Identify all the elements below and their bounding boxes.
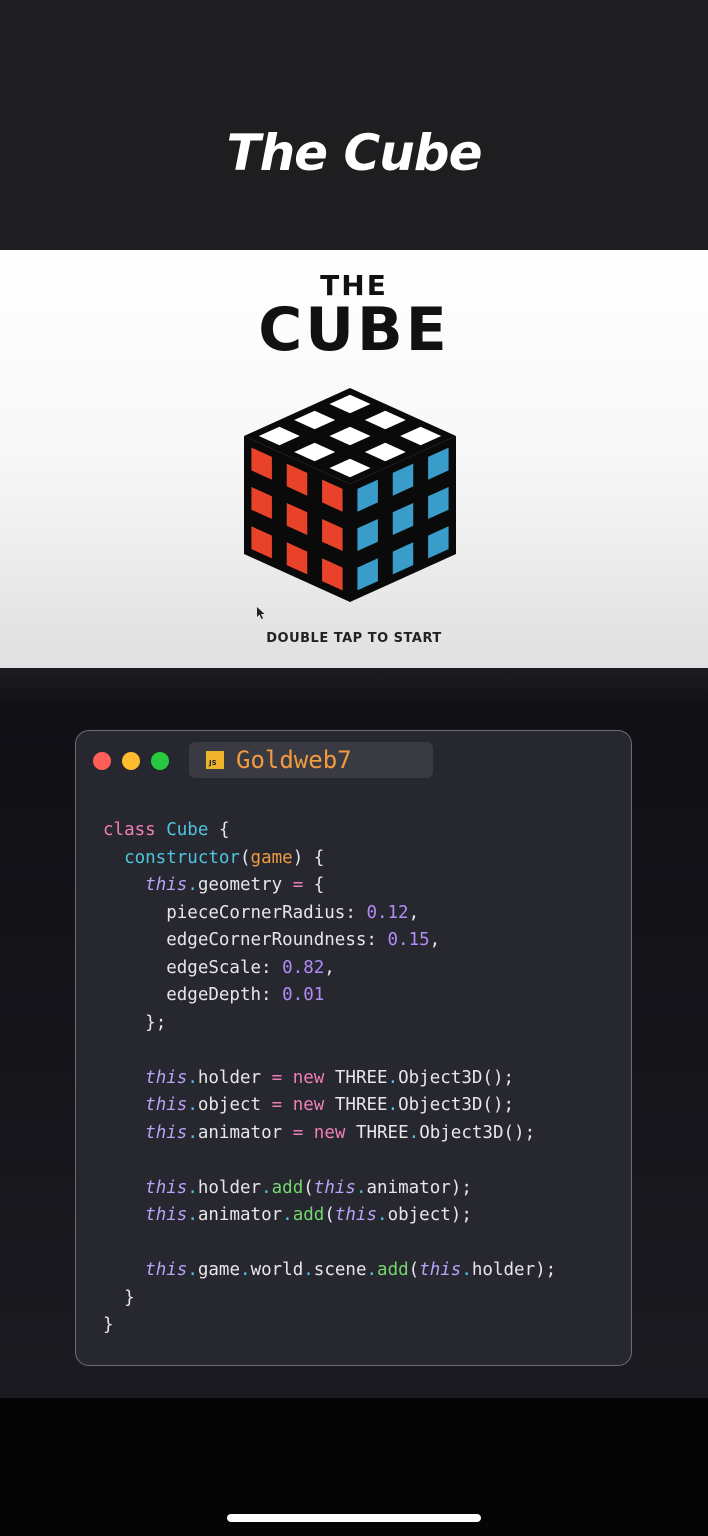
close-dot[interactable] bbox=[93, 752, 111, 770]
code-line: edgeScale: 0.82, bbox=[166, 957, 335, 978]
mouse-cursor-icon bbox=[257, 607, 265, 619]
code-line: this.geometry = { bbox=[145, 875, 325, 895]
page-title: The Cube bbox=[226, 124, 482, 182]
code-line: this.holder = new THREE.Object3D(); bbox=[145, 1067, 515, 1088]
code-line: }; bbox=[145, 1012, 167, 1033]
code-line: this.animator = new THREE.Object3D(); bbox=[145, 1122, 536, 1143]
code-line: } bbox=[103, 1315, 114, 1335]
home-indicator[interactable] bbox=[227, 1514, 481, 1522]
code-line: edgeCornerRoundness: 0.15, bbox=[166, 930, 441, 950]
file-tab[interactable]: JS Goldweb7 bbox=[189, 742, 433, 778]
code-line: this.animator.add(this.object); bbox=[145, 1205, 472, 1225]
minimize-dot[interactable] bbox=[122, 752, 140, 770]
file-name: Goldweb7 bbox=[236, 746, 352, 774]
code-line: this.game.world.scene.add(this.holder); bbox=[145, 1260, 557, 1280]
maximize-dot[interactable] bbox=[151, 752, 169, 770]
code-block: class Cube { constructor(game) { this.ge… bbox=[103, 817, 556, 1340]
logo-cube-text: CUBE bbox=[258, 295, 450, 365]
code-line: class Cube { bbox=[103, 820, 230, 840]
start-prompt: DOUBLE TAP TO START bbox=[266, 631, 442, 646]
rubiks-cube-icon[interactable] bbox=[240, 388, 460, 616]
code-line: constructor(game) { bbox=[124, 847, 325, 868]
js-file-icon: JS bbox=[206, 751, 224, 769]
game-preview[interactable]: THE CUBE DOUBLE TAP TO START bbox=[0, 250, 708, 668]
code-line: this.holder.add(this.animator); bbox=[145, 1177, 472, 1198]
header-band: The Cube bbox=[0, 0, 708, 250]
code-line: } bbox=[124, 1287, 135, 1308]
code-line: pieceCornerRadius: 0.12, bbox=[166, 902, 420, 923]
code-line: this.object = new THREE.Object3D(); bbox=[145, 1095, 515, 1115]
code-line: edgeDepth: 0.01 bbox=[166, 985, 325, 1005]
code-window: JS Goldweb7 class Cube { constructor(gam… bbox=[75, 730, 632, 1366]
